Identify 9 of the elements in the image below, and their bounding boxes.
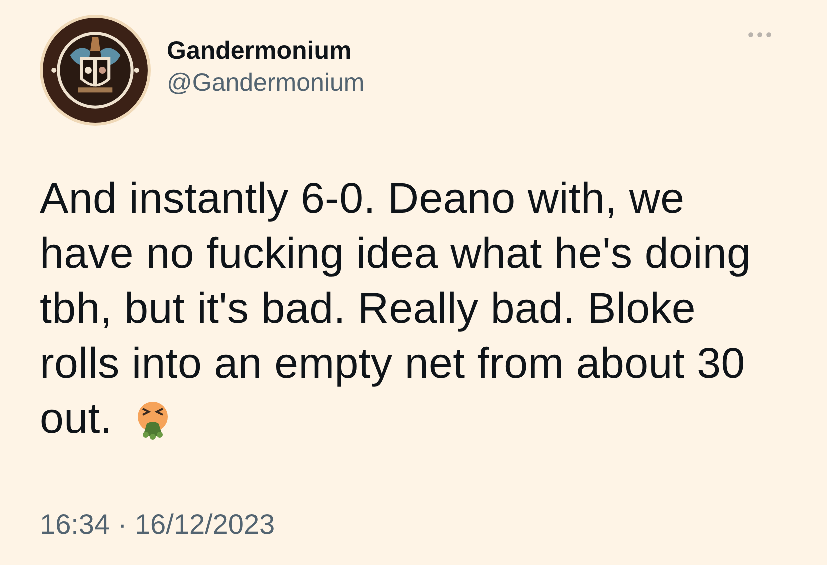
tweet-timestamp[interactable]: 16:34 · 16/12/2023 bbox=[40, 509, 807, 541]
tweet-text-line: out. bbox=[40, 394, 113, 445]
tweet-text-line: tbh, but it's bad. Really bad. Bloke bbox=[40, 284, 696, 335]
author-handle[interactable]: @Gandermonium bbox=[167, 67, 365, 99]
author-name[interactable]: Gandermonium bbox=[167, 35, 365, 67]
tweet-text-line: And instantly 6-0. Deano with, we bbox=[40, 174, 685, 225]
tweet-text-line: rolls into an empty net from about 30 bbox=[40, 339, 746, 390]
more-icon[interactable] bbox=[747, 31, 773, 39]
tweet-text-line: have no fucking idea what he's doing bbox=[40, 229, 752, 280]
